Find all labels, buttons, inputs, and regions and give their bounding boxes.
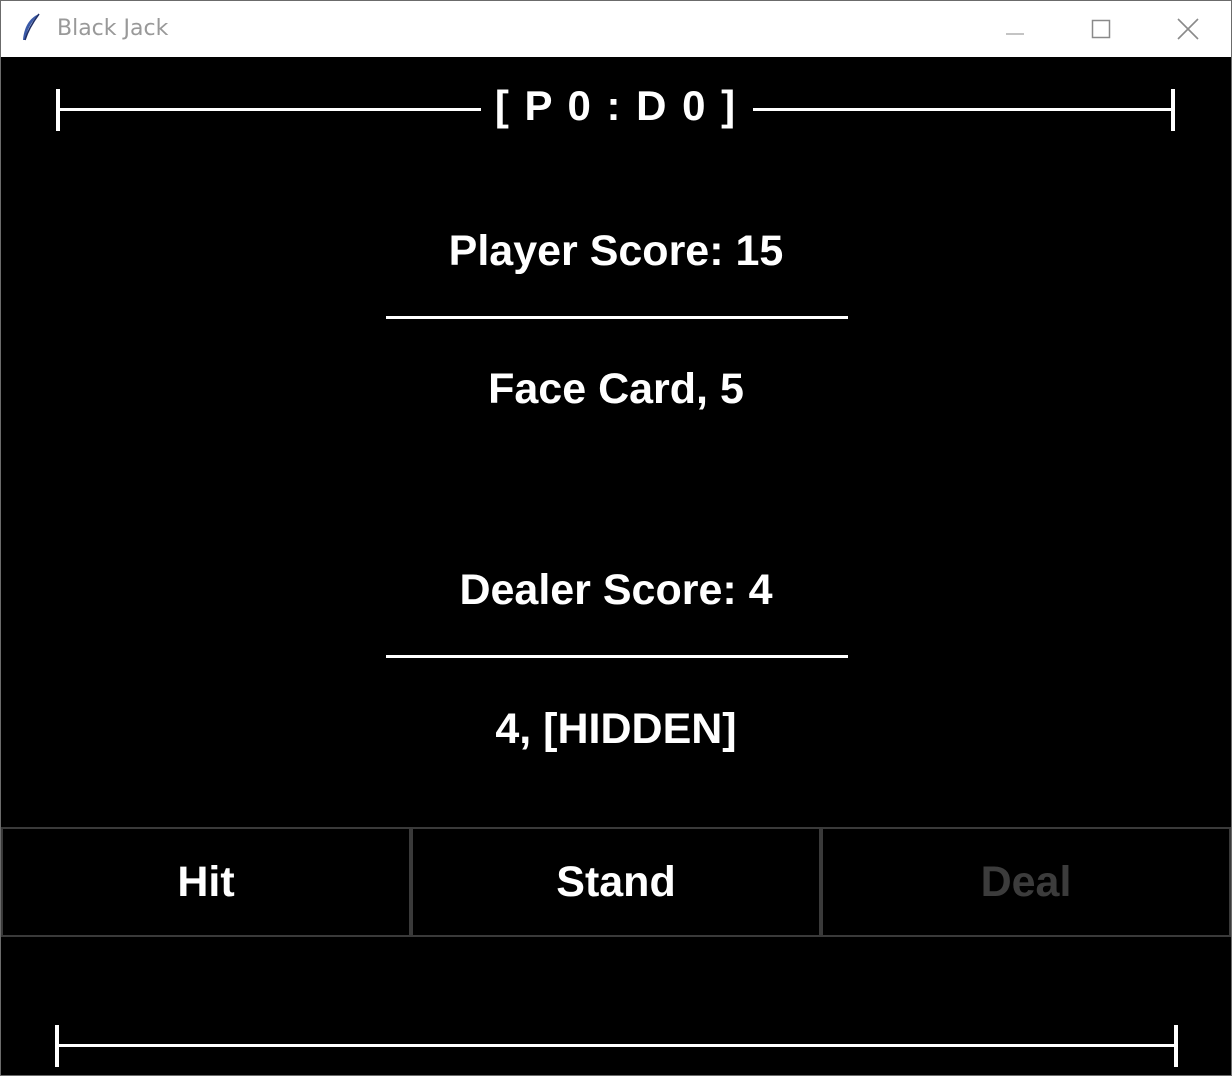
top-rule-right [753,108,1175,111]
stand-button[interactable]: Stand [411,827,821,937]
app-window: Black Jack [ P 0 : D 0 ] Player Score: 1… [0,0,1232,1076]
top-rule-left [58,108,481,111]
feather-icon [19,12,43,44]
player-divider [386,316,848,319]
bottom-rule-right-tick [1174,1025,1178,1067]
player-cards: Face Card, 5 [488,365,744,413]
hit-button[interactable]: Hit [1,827,411,937]
maximize-button[interactable] [1057,1,1145,57]
bottom-rule [57,1044,1177,1047]
top-rule-right-tick [1171,89,1175,131]
dealer-cards: 4, [HIDDEN] [495,705,737,753]
maximize-icon [1090,18,1112,40]
minimize-icon [1004,18,1026,40]
close-button[interactable] [1144,1,1232,57]
scoreboard: [ P 0 : D 0 ] [494,82,738,129]
title-bar[interactable]: Black Jack [1,1,1231,57]
window-title: Black Jack [57,16,169,41]
player-score: Player Score: 15 [448,227,784,275]
action-buttons: Hit Stand Deal [1,827,1231,937]
minimize-button[interactable] [971,1,1059,57]
dealer-score: Dealer Score: 4 [459,566,773,614]
dealer-divider [386,655,848,658]
deal-button[interactable]: Deal [821,827,1231,937]
game-area: [ P 0 : D 0 ] Player Score: 15 Face Card… [1,57,1231,1075]
close-icon [1176,17,1200,41]
